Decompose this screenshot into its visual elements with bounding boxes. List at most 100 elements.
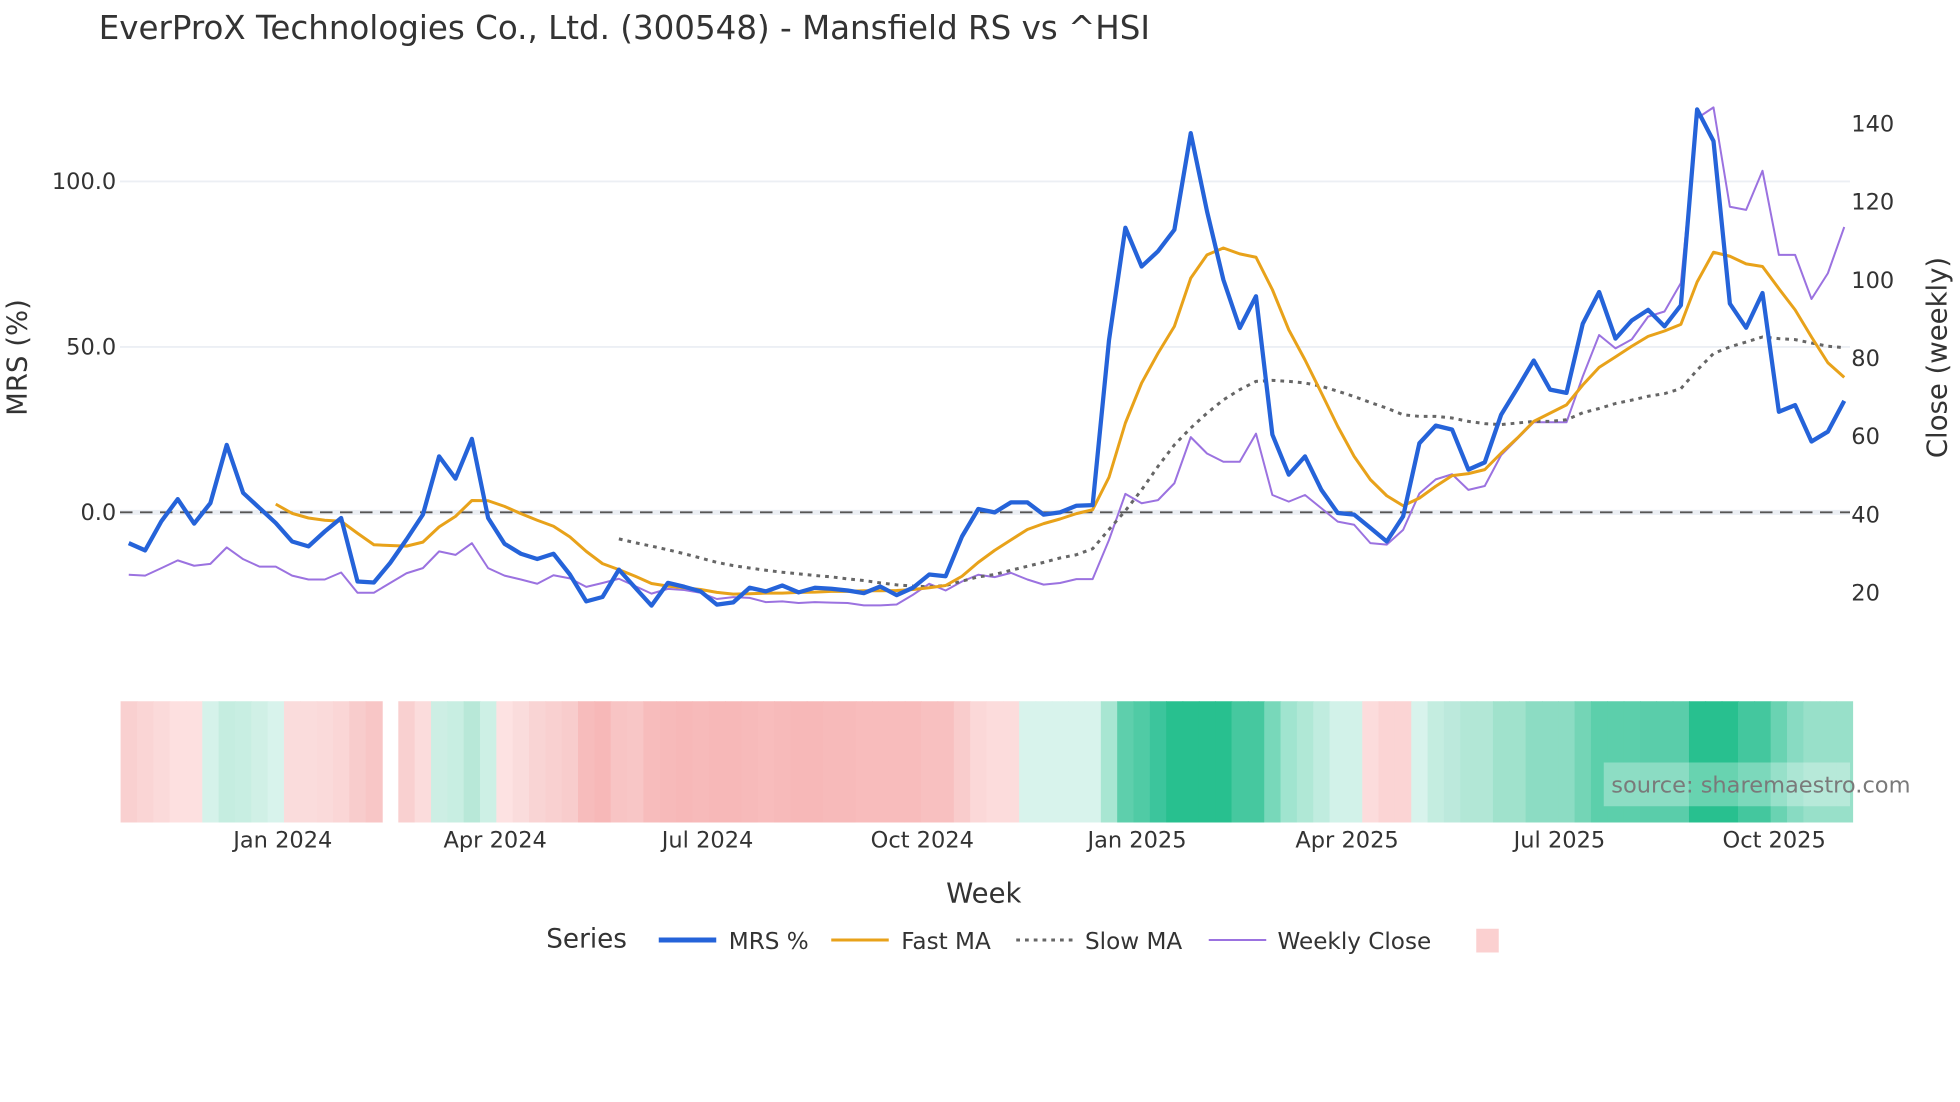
x-tick-label: Oct 2024	[871, 828, 974, 854]
heatmap-cell	[1443, 701, 1461, 823]
heatmap-cell	[234, 701, 253, 823]
watermark-text: source: sharemaestro.com	[1611, 773, 1910, 799]
heatmap-cell	[136, 701, 154, 823]
heatmap-cell	[529, 701, 547, 823]
heatmap-cell	[1068, 701, 1086, 823]
heatmap-cell	[1492, 701, 1511, 823]
series-line-fast-ma	[275, 246, 1846, 596]
heatmap-cell	[1345, 701, 1363, 823]
y2-tick-label: 20	[1851, 581, 1880, 607]
heatmap-cell	[806, 701, 824, 823]
heatmap-cell	[1084, 701, 1102, 823]
heatmap-cell	[1394, 701, 1412, 823]
heatmap-cell	[986, 701, 1004, 823]
legend-label-fast-ma: Fast MA	[901, 929, 991, 955]
heatmap-cell	[1133, 701, 1151, 823]
heatmap-cell	[594, 701, 612, 823]
legend-item-slow-ma: Slow MA	[1016, 929, 1182, 955]
legend-item-mrs: MRS %	[658, 929, 809, 955]
heatmap-cell	[545, 701, 563, 823]
heatmap-cell	[169, 701, 187, 823]
heatmap-cell	[970, 701, 988, 823]
heatmap-cell	[120, 701, 138, 823]
heatmap-cell	[872, 701, 890, 823]
legend-label-mrs: MRS %	[729, 929, 809, 955]
heatmap-cell	[937, 701, 955, 823]
y2-tick-label: 120	[1851, 190, 1894, 216]
heatmap-cell	[316, 701, 334, 823]
x-tick-label: Oct 2025	[1723, 828, 1826, 854]
heatmap-cell	[1313, 701, 1331, 823]
heatmap-cell	[1558, 701, 1576, 823]
heatmap-cell	[1002, 701, 1020, 823]
legend-item-fast-ma: Fast MA	[831, 929, 991, 955]
heatmap-cell	[1427, 701, 1445, 823]
heatmap-cell	[1378, 701, 1396, 823]
heatmap-cell	[643, 701, 661, 823]
heatmap-cell	[1019, 701, 1037, 823]
heatmap-cell	[185, 701, 204, 823]
heatmap-cell	[1362, 701, 1380, 823]
chart-title: EverProX Technologies Co., Ltd. (300548)…	[99, 9, 1150, 47]
heatmap-cell	[1541, 701, 1560, 823]
heatmap-cell	[1264, 701, 1282, 823]
heatmap-cell	[790, 701, 808, 823]
heatmap-cell	[1525, 701, 1543, 823]
heatmap-cell	[921, 701, 939, 823]
heatmap-cell	[610, 701, 628, 823]
heatmap-cell	[349, 701, 367, 823]
legend-title: Series	[546, 925, 627, 955]
heatmap-cell	[904, 701, 922, 823]
y-tick-label: 100.0	[52, 169, 116, 195]
heatmap-cell	[1280, 701, 1298, 823]
heatmap-cell	[1247, 701, 1265, 823]
heatmap-cell	[496, 701, 514, 823]
heatmap-cell	[431, 701, 449, 823]
watermark: source: sharemaestro.com	[1603, 762, 1911, 807]
y2-tick-label: 140	[1851, 111, 1894, 137]
heatmap-cell	[839, 701, 857, 823]
heatmap-cell	[283, 701, 302, 823]
x-axis-ticks: Jan 2024 Apr 2024 Jul 2024 Oct 2024 Jan 2025…	[231, 828, 1826, 854]
heatmap-cell	[414, 701, 432, 823]
y2-tick-label: 40	[1851, 502, 1880, 528]
heatmap-cell	[1051, 701, 1069, 823]
legend-item-weekly-close: Weekly Close	[1208, 929, 1431, 955]
heatmap-cell	[251, 701, 269, 823]
heatmap-cell	[1182, 701, 1200, 823]
heatmap-cell	[1117, 701, 1135, 823]
heatmap-cell	[1100, 701, 1118, 823]
y-axis-title: MRS (%)	[1, 299, 33, 416]
heatmap-cell	[1476, 701, 1494, 823]
heatmap-cell	[218, 701, 236, 823]
heatmap-cell	[627, 701, 645, 823]
heatmap-cell	[1215, 701, 1233, 823]
heatmap-cell	[1509, 701, 1527, 823]
heatmap-cell	[1574, 701, 1592, 823]
heatmap-cell	[1035, 701, 1053, 823]
y-axis-ticks: 0.0 50.0 100.0	[52, 169, 116, 526]
heatmap-strip	[120, 701, 1854, 823]
heatmap-cell	[708, 701, 726, 823]
heatmap-cell	[1460, 701, 1478, 823]
heatmap-cell	[741, 701, 759, 823]
heatmap-cell	[561, 701, 579, 823]
y-tick-label: 50.0	[66, 334, 116, 360]
heatmap-cell	[659, 701, 677, 823]
heatmap-cell	[300, 701, 318, 823]
y-tick-label: 0.0	[80, 500, 116, 526]
heatmap-cell	[398, 701, 416, 823]
y2-tick-label: 80	[1851, 346, 1880, 372]
heatmap-cell	[365, 701, 383, 823]
y2-axis-title: Close (weekly)	[1921, 257, 1953, 458]
heatmap-cell	[480, 701, 498, 823]
heatmap-cell	[888, 701, 906, 823]
heatmap-cell	[757, 701, 775, 823]
legend-label-slow-ma: Slow MA	[1085, 929, 1182, 955]
heatmap-cell	[447, 701, 465, 823]
heatmap-cell	[267, 701, 285, 823]
legend: Series MRS % Fast MA Slow MA Weekly Close	[546, 925, 1499, 955]
heatmap-cell	[1411, 701, 1429, 823]
x-tick-label: Jul 2024	[660, 828, 754, 854]
heatmap-cell	[855, 701, 873, 823]
